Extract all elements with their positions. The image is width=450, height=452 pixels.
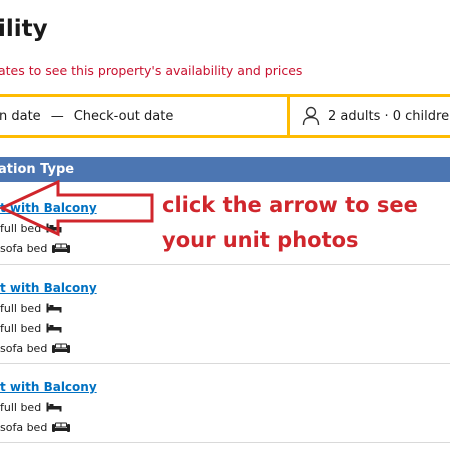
accommodation-type-header-label: ation Type — [0, 162, 75, 177]
bed-label: sofa bed — [0, 420, 48, 434]
bed-info: full bed — [0, 321, 97, 335]
unit-row: t with Balcony full bed full bed sofa be… — [0, 281, 97, 355]
annotation-arrow-icon — [0, 180, 154, 237]
unit-name-link[interactable]: t with Balcony — [0, 380, 97, 394]
date-picker[interactable]: n date — Check-out date — [0, 97, 287, 135]
page-title: ility — [0, 16, 48, 42]
annotation-line-1: click the arrow to see — [162, 193, 418, 217]
unit-name-link[interactable]: t with Balcony — [0, 281, 97, 295]
accommodation-type-header: ation Type — [0, 157, 450, 182]
row-divider — [0, 442, 450, 443]
person-icon — [302, 106, 320, 126]
checkout-date[interactable]: Check-out date — [74, 109, 174, 124]
annotation-line-2: your unit photos — [162, 228, 359, 252]
bed-label: full bed — [0, 400, 42, 414]
bed-info: full bed — [0, 301, 97, 315]
annotation-text: click the arrow to see your unit photos — [162, 188, 418, 258]
availability-notice: ates to see this property's availability… — [0, 63, 303, 78]
bed-label: full bed — [0, 321, 42, 335]
row-divider — [0, 264, 450, 265]
bed-label: sofa bed — [0, 341, 48, 355]
bed-info: sofa bed — [0, 241, 97, 255]
bed-icon — [46, 402, 62, 412]
guest-selector[interactable]: 2 adults · 0 children — [290, 97, 450, 135]
bed-label: full bed — [0, 301, 42, 315]
search-bar: n date — Check-out date 2 adults · 0 chi… — [0, 94, 450, 138]
row-divider — [0, 363, 450, 364]
sofa-bed-icon — [52, 243, 71, 253]
sofa-bed-icon — [52, 343, 71, 353]
date-separator: — — [50, 108, 64, 124]
bed-info: sofa bed — [0, 420, 97, 434]
bed-info: full bed — [0, 400, 97, 414]
guest-summary[interactable]: 2 adults · 0 children — [328, 109, 450, 124]
bed-label: sofa bed — [0, 241, 48, 255]
bed-icon — [46, 303, 62, 313]
bed-icon — [46, 323, 62, 333]
unit-row: t with Balcony full bed sofa bed — [0, 380, 97, 434]
sofa-bed-icon — [52, 422, 71, 432]
bed-info: sofa bed — [0, 341, 97, 355]
checkin-date[interactable]: n date — [0, 109, 41, 124]
